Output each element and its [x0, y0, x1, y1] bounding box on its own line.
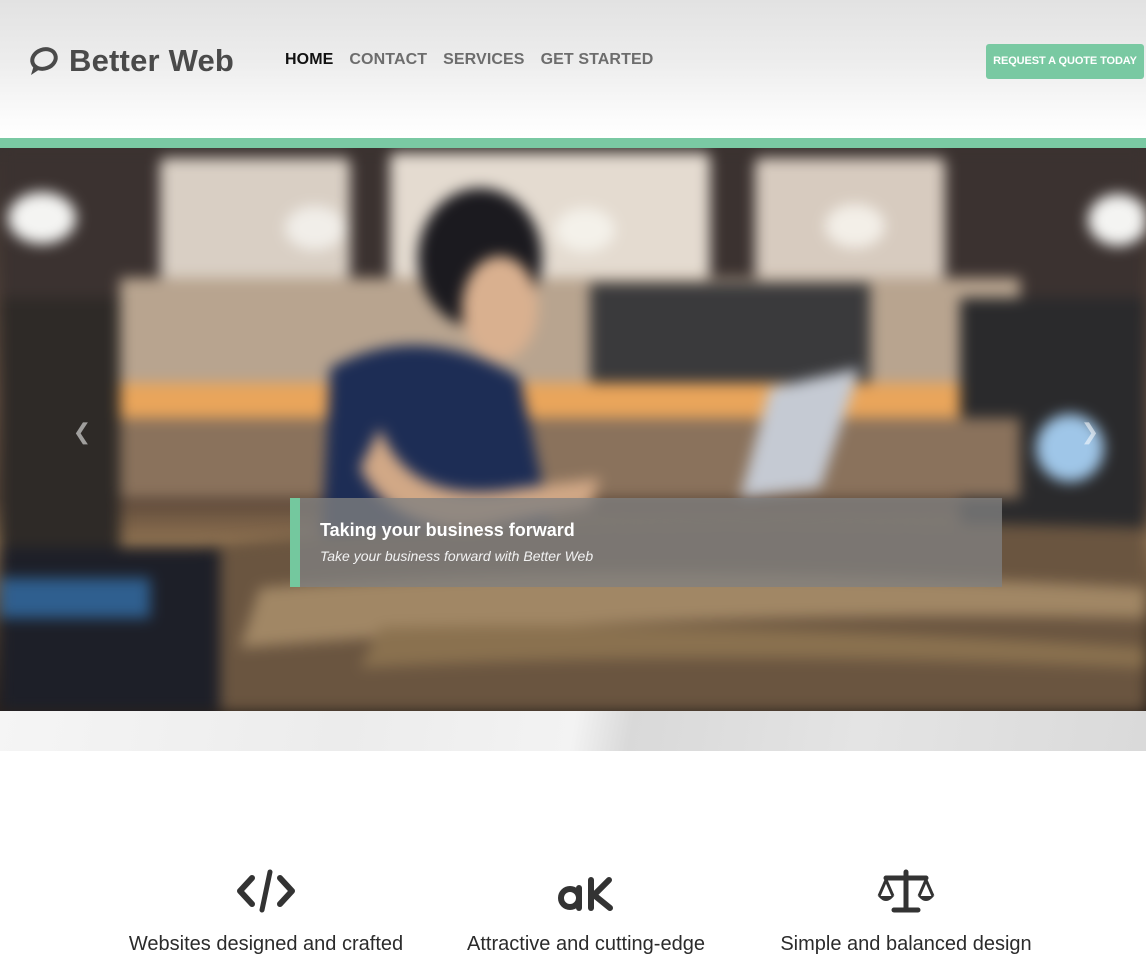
nav-link-get-started[interactable]: GET STARTED — [541, 50, 654, 70]
hero-caption-title: Taking your business forward — [320, 520, 575, 540]
feature-attractive: Attractive and cutting-edge — [421, 868, 751, 956]
nav-link-home[interactable]: HOME — [285, 50, 333, 70]
nav-item-services: SERVICES — [443, 50, 524, 70]
hero-caption: Taking your business forward Take your b… — [290, 498, 1002, 587]
nav-item-get-started: GET STARTED — [541, 50, 654, 70]
feature-balanced: Simple and balanced design — [741, 868, 1071, 956]
hero-carousel: ❮ ❯ Taking your business forward Take yo… — [0, 148, 1146, 711]
nav-link-services[interactable]: SERVICES — [443, 50, 524, 70]
brand-logo[interactable]: Better Web — [28, 40, 234, 82]
nav-item-contact: CONTACT — [349, 50, 427, 70]
nav-link-contact[interactable]: CONTACT — [349, 50, 427, 70]
brand-name: Better Web — [69, 43, 235, 78]
hero-bottom-shadow — [0, 711, 1146, 751]
site-header: Better Web HOME CONTACT SERVICES GET STA… — [0, 0, 1146, 138]
nav-item-home: HOME — [285, 50, 333, 70]
main-nav: HOME CONTACT SERVICES GET STARTED — [285, 50, 653, 70]
feature-websites-text: Websites designed and crafted — [128, 933, 404, 955]
hero-caption-subtitle: Take your business forward with Better W… — [320, 548, 594, 564]
balance-scale-icon — [877, 869, 935, 913]
font-icon — [558, 877, 613, 911]
carousel-next-icon[interactable]: ❯ — [1078, 418, 1102, 448]
hero-accent-stripe — [0, 138, 1146, 148]
feature-attractive-text: Attractive and cutting-edge — [467, 933, 705, 955]
logo-icon — [30, 47, 58, 75]
carousel-prev-icon[interactable]: ❮ — [70, 418, 94, 448]
feature-websites: Websites designed and crafted — [101, 868, 431, 956]
request-quote-button[interactable]: REQUEST A QUOTE TODAY — [986, 44, 1144, 79]
code-icon — [237, 869, 295, 913]
hero-background-image — [0, 148, 1146, 711]
feature-balanced-text: Simple and balanced design — [780, 933, 1032, 955]
